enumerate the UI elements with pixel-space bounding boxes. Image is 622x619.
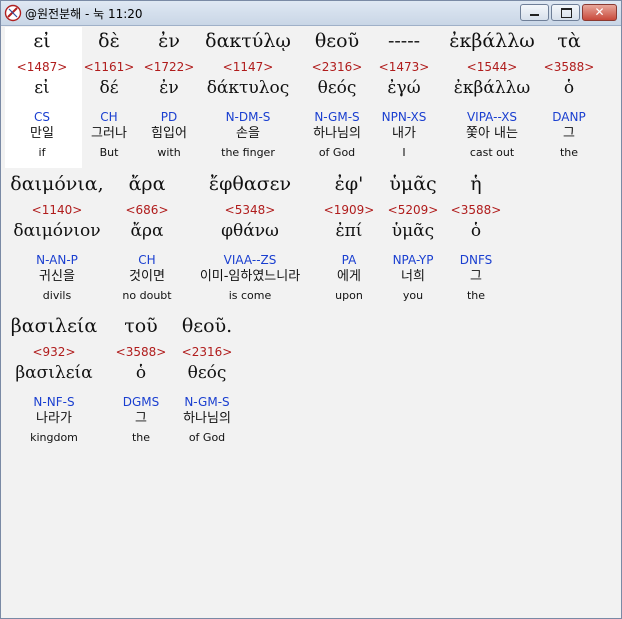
minimize-icon xyxy=(530,14,539,16)
lemma: ὁ xyxy=(470,221,482,241)
strong-number-link[interactable]: <3588> xyxy=(504,60,622,74)
strong-number-link[interactable]: <2316> xyxy=(142,345,272,359)
greek-word[interactable]: τὰ xyxy=(504,29,622,53)
strong-number-link[interactable]: <3588> xyxy=(411,203,541,217)
morphology-code: N-GM-S xyxy=(184,395,230,409)
english-gloss: the xyxy=(466,289,486,302)
english-gloss: of God xyxy=(188,431,226,444)
analysis-pane[interactable]: εἰ <1487> εἰ CS 만일 if δὲ <1161> δέ CH 그러나 But ἐν <172… xyxy=(2,27,619,616)
korean-gloss: 그 xyxy=(563,126,575,141)
greek-word[interactable]: ἡ xyxy=(411,172,541,196)
close-icon: ✕ xyxy=(594,5,605,19)
morphology-code: DNFS xyxy=(459,253,493,267)
minimize-button[interactable] xyxy=(520,4,549,21)
close-button[interactable]: ✕ xyxy=(582,4,617,21)
lemma: ὁ xyxy=(563,78,575,98)
app-icon xyxy=(4,4,22,22)
maximize-button[interactable] xyxy=(551,4,580,21)
greek-word[interactable]: θεοῦ. xyxy=(142,314,272,338)
window-title: @원전분해 - 눅 11:20 xyxy=(25,7,143,21)
korean-gloss: 하나님의 xyxy=(183,411,231,426)
english-gloss: the xyxy=(559,146,579,159)
korean-gloss: 그 xyxy=(470,269,482,284)
morphology-code: DANP xyxy=(552,110,586,124)
app-window: @원전분해 - 눅 11:20 ✕ εἰ <1487> εἰ CS 만일 if δὲ <116… xyxy=(0,0,622,619)
title-bar[interactable]: @원전분해 - 눅 11:20 ✕ xyxy=(1,1,621,26)
lemma: θεός xyxy=(187,363,227,383)
maximize-icon xyxy=(561,8,572,18)
